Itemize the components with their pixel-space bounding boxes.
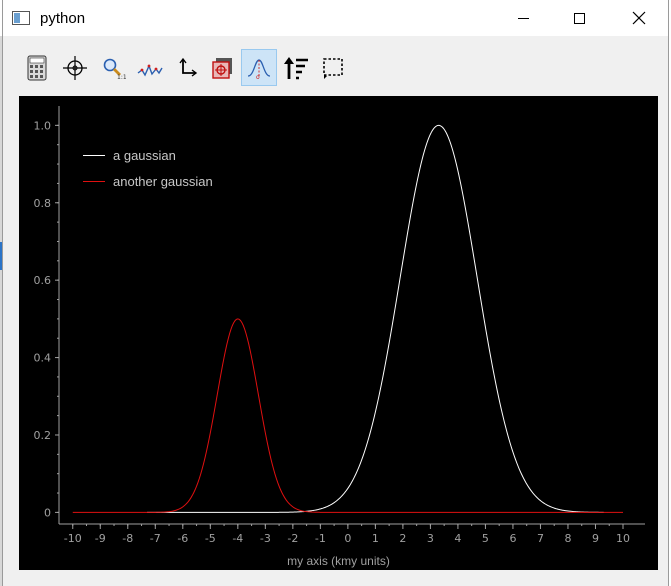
x-tick-label: -8 (122, 532, 133, 545)
peaks-icon (137, 64, 163, 77)
x-tick-label: 5 (482, 532, 489, 545)
close-icon (632, 11, 646, 25)
legend-swatch-white (83, 154, 105, 156)
sort-tool[interactable] (279, 50, 313, 86)
y-tick-label: 0.6 (34, 274, 52, 287)
python-window: python 1:1 σ 0 0.2 0.4 0.6 0.8 1.0 -10 -… (2, 0, 669, 586)
x-tick-label: -10 (64, 532, 82, 545)
svg-text:1:1: 1:1 (117, 74, 126, 81)
x-tick-label: 10 (616, 532, 630, 545)
x-tick-label: 3 (427, 532, 434, 545)
y-tick-label: 1.0 (34, 119, 52, 132)
plot-area[interactable]: 0 0.2 0.4 0.6 0.8 1.0 -10 -9 -8 -7 -6 -5 -4 -3 -2 -1 0 1 2… (19, 96, 658, 570)
x-tick-label: -5 (205, 532, 216, 545)
gaussian-fit-tool[interactable]: σ (241, 49, 277, 86)
zoom-tool[interactable]: 1:1 (96, 50, 130, 86)
snapshot-tool[interactable] (206, 50, 240, 86)
minimize-button[interactable] (500, 0, 546, 36)
python-window-icon (12, 11, 30, 25)
x-tick-label: 0 (344, 532, 351, 545)
x-tick-label: -3 (260, 532, 271, 545)
title-bar[interactable]: python (3, 0, 668, 36)
maximize-button[interactable] (556, 0, 602, 36)
close-button[interactable] (616, 0, 662, 36)
x-tick-label: 4 (454, 532, 461, 545)
target-square-icon (212, 58, 232, 79)
calculator-tool[interactable] (20, 50, 54, 86)
x-tick-label: 7 (537, 532, 544, 545)
calculator-icon (27, 55, 47, 81)
x-tick-label: 2 (399, 532, 406, 545)
magnifier-icon: 1:1 (103, 58, 126, 81)
sort-arrow-icon (284, 57, 308, 80)
y-tick-label: 0.2 (34, 429, 52, 442)
x-tick-label: 8 (564, 532, 571, 545)
x-tick-label: 1 (372, 532, 379, 545)
plot-toolbar: 1:1 σ (3, 36, 668, 92)
series-line-1 (72, 318, 623, 513)
series-line-0 (147, 124, 604, 513)
roi-select-tool[interactable] (316, 50, 350, 86)
legend-item-another-gaussian: another gaussian (83, 168, 213, 194)
x-tick-label: -4 (232, 532, 243, 545)
y-tick-label: 0.4 (34, 352, 52, 365)
y-tick-label: 0 (44, 506, 51, 519)
window-title: python (40, 9, 86, 27)
y-tick-label: 0.8 (34, 197, 52, 210)
crosshair-tool[interactable] (58, 50, 92, 86)
svg-text:σ: σ (256, 74, 260, 81)
x-axis-label: my axis (kmy units) (287, 554, 390, 568)
x-tick-label: -6 (177, 532, 188, 545)
peaks-tool[interactable] (133, 50, 167, 86)
minimize-icon (517, 17, 529, 19)
legend: a gaussian another gaussian (83, 142, 213, 194)
maximize-icon (573, 12, 585, 24)
x-tick-label: 6 (509, 532, 516, 545)
axes-tool[interactable] (170, 50, 204, 86)
legend-label: another gaussian (113, 173, 213, 189)
dashed-select-icon (323, 58, 343, 79)
legend-item-a-gaussian: a gaussian (83, 142, 213, 168)
x-tick-label: -2 (287, 532, 298, 545)
x-tick-label: -7 (150, 532, 161, 545)
x-tick-label: -1 (315, 532, 326, 545)
x-tick-label: 9 (592, 532, 599, 545)
legend-swatch-red (83, 180, 105, 182)
x-tick-label: -9 (95, 532, 106, 545)
gaussian-fit-icon: σ (247, 58, 271, 81)
legend-label: a gaussian (113, 147, 176, 163)
axes-icon (179, 57, 198, 77)
crosshair-icon (63, 56, 87, 80)
